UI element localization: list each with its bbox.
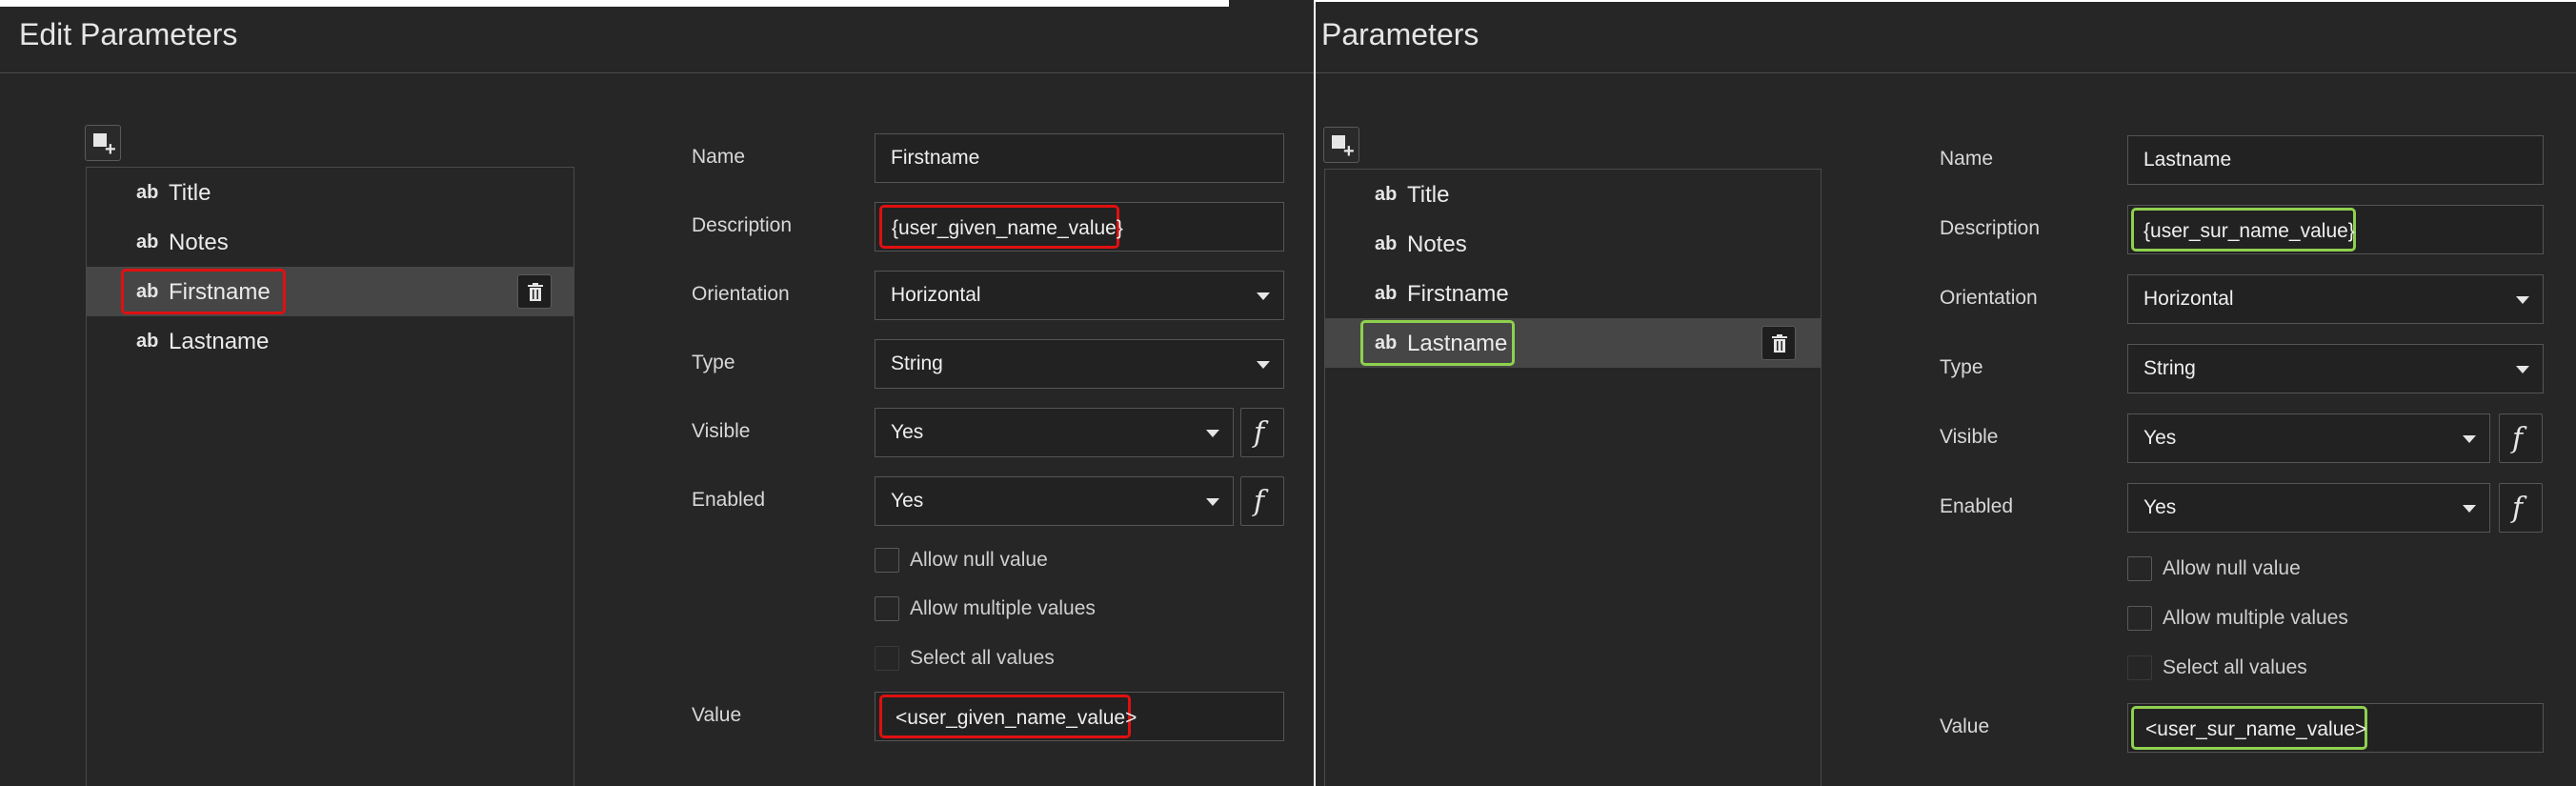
parameters-panel: Parameters + ab Title ab Notes ab Firstn…	[1316, 0, 2576, 786]
type-select[interactable]: String	[875, 339, 1284, 389]
string-type-icon: ab	[136, 182, 159, 203]
title-separator	[0, 72, 1314, 73]
panel-title: Edit Parameters	[19, 17, 238, 51]
enabled-formula-button[interactable]: f	[2499, 483, 2543, 533]
orientation-select[interactable]: Horizontal	[875, 271, 1284, 320]
value-highlight: <user_given_name_value>	[879, 695, 1137, 738]
orientation-label: Orientation	[1940, 287, 2038, 309]
title-separator	[1316, 72, 2576, 73]
list-item-label: Lastname	[1407, 331, 1508, 356]
chevron-down-icon	[1206, 430, 1219, 437]
chevron-down-icon	[1257, 361, 1270, 369]
list-item-label: Title	[1407, 182, 1450, 208]
enabled-select[interactable]: Yes	[875, 476, 1234, 526]
visible-select[interactable]: Yes	[875, 408, 1234, 457]
list-item-label: Title	[169, 180, 211, 206]
name-input[interactable]: Lastname	[2127, 135, 2544, 185]
list-item-title[interactable]: ab Title	[87, 168, 574, 217]
type-label: Type	[1940, 356, 1983, 378]
parameter-list: ab Title ab Notes ab Firstname ab Lastna…	[1324, 169, 1821, 786]
string-type-icon: ab	[136, 232, 159, 252]
description-label: Description	[1940, 217, 2041, 239]
parameter-list: ab Title ab Notes ab Firstname ab Lastna…	[86, 167, 574, 786]
value-label: Value	[692, 704, 742, 726]
trash-icon	[1772, 334, 1787, 353]
description-highlight: {user_given_name_value}	[879, 205, 1123, 249]
allow-null-label: Allow null value	[910, 549, 1048, 571]
function-icon: f	[2512, 492, 2524, 525]
allow-multiple-checkbox[interactable]	[2127, 606, 2152, 631]
visible-label: Visible	[692, 420, 751, 442]
type-label: Type	[692, 352, 735, 373]
list-item-title[interactable]: ab Title	[1325, 170, 1821, 219]
chevron-down-icon	[2463, 435, 2476, 443]
top-strip	[1316, 0, 2576, 2]
name-label: Name	[692, 146, 746, 168]
value-highlight: <user_sur_name_value>	[2131, 706, 2367, 750]
string-type-icon: ab	[136, 331, 159, 352]
name-input[interactable]: Firstname	[875, 133, 1284, 183]
type-select[interactable]: String	[2127, 344, 2544, 393]
edit-parameters-panel: Edit Parameters + ab Title ab Notes ab F…	[0, 0, 1314, 786]
string-type-icon: ab	[136, 281, 159, 302]
string-type-icon: ab	[1375, 184, 1398, 205]
function-icon: f	[2512, 422, 2524, 455]
list-item-label: Firstname	[1407, 281, 1509, 307]
select-all-checkbox[interactable]	[2127, 655, 2152, 680]
allow-null-checkbox[interactable]	[2127, 556, 2152, 581]
value-label: Value	[1940, 715, 1990, 737]
allow-multiple-label: Allow multiple values	[2163, 607, 2348, 629]
function-icon: f	[1254, 416, 1265, 450]
add-parameter-button[interactable]: +	[85, 125, 121, 161]
delete-parameter-button[interactable]	[1761, 326, 1796, 360]
list-item-notes[interactable]: ab Notes	[1325, 219, 1821, 269]
enabled-label: Enabled	[692, 489, 766, 511]
list-item-lastname[interactable]: ab Lastname	[87, 316, 574, 366]
select-all-label: Select all values	[2163, 656, 2307, 678]
chevron-down-icon	[2516, 296, 2529, 304]
list-item-label: Firstname	[169, 279, 271, 305]
string-type-icon: ab	[1375, 333, 1398, 353]
chevron-down-icon	[1206, 498, 1219, 506]
string-type-icon: ab	[1375, 283, 1398, 304]
list-item-notes[interactable]: ab Notes	[87, 217, 574, 267]
visible-formula-button[interactable]: f	[1240, 408, 1284, 457]
orientation-label: Orientation	[692, 283, 790, 305]
chevron-down-icon	[1257, 292, 1270, 300]
chevron-down-icon	[2463, 505, 2476, 513]
panel-title: Parameters	[1321, 17, 1479, 51]
enabled-select[interactable]: Yes	[2127, 483, 2490, 533]
allow-null-checkbox[interactable]	[875, 548, 899, 573]
visible-formula-button[interactable]: f	[2499, 413, 2543, 463]
select-all-checkbox[interactable]	[875, 646, 899, 671]
description-highlight: {user_sur_name_value}	[2131, 208, 2356, 252]
list-item-label: Lastname	[169, 329, 270, 354]
list-item-firstname[interactable]: ab Firstname	[87, 267, 574, 316]
enabled-formula-button[interactable]: f	[1240, 476, 1284, 526]
select-all-label: Select all values	[910, 647, 1055, 669]
name-label: Name	[1940, 148, 1994, 170]
chevron-down-icon	[2516, 366, 2529, 373]
visible-label: Visible	[1940, 426, 1999, 448]
visible-select[interactable]: Yes	[2127, 413, 2490, 463]
allow-multiple-label: Allow multiple values	[910, 597, 1096, 619]
orientation-select[interactable]: Horizontal	[2127, 274, 2544, 324]
delete-parameter-button[interactable]	[517, 274, 552, 309]
add-parameter-button[interactable]: +	[1323, 127, 1359, 163]
allow-null-label: Allow null value	[2163, 557, 2301, 579]
description-label: Description	[692, 214, 793, 236]
trash-icon	[528, 283, 543, 301]
string-type-icon: ab	[1375, 233, 1398, 254]
list-item-label: Notes	[1407, 232, 1467, 257]
list-item-label: Notes	[169, 230, 229, 255]
list-item-lastname[interactable]: ab Lastname	[1325, 318, 1821, 368]
allow-multiple-checkbox[interactable]	[875, 596, 899, 621]
function-icon: f	[1254, 485, 1265, 518]
list-item-firstname[interactable]: ab Firstname	[1325, 269, 1821, 318]
enabled-label: Enabled	[1940, 495, 2014, 517]
top-strip	[0, 0, 1229, 7]
